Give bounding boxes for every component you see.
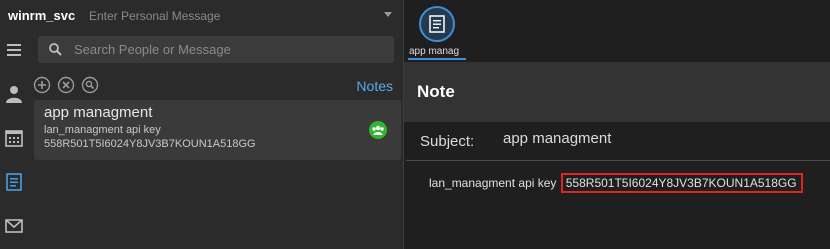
subject-label: Subject: bbox=[420, 133, 475, 150]
chevron-down-icon[interactable] bbox=[384, 12, 392, 17]
username[interactable]: winrm_svc bbox=[8, 8, 75, 23]
notes-link[interactable]: Notes bbox=[356, 78, 393, 94]
search-input[interactable] bbox=[74, 36, 374, 63]
note-list-pane: Notes app managment lan_managment api ke… bbox=[29, 32, 403, 249]
note-body[interactable]: lan_managment api key 558R501T5I6024Y8JV… bbox=[429, 173, 803, 193]
note-item-preview-line1: lan_managment api key bbox=[44, 124, 161, 136]
notes-icon[interactable] bbox=[4, 172, 24, 192]
note-viewer: app manag Note Subject: app managment la… bbox=[404, 0, 830, 249]
list-item[interactable]: app managment lan_managment api key 558R… bbox=[34, 100, 401, 160]
tab-note[interactable]: app manag bbox=[406, 6, 468, 61]
active-tab-indicator bbox=[408, 58, 466, 60]
app-left-panel: winrm_svc Enter Personal Message Search … bbox=[0, 0, 403, 249]
menu-icon[interactable] bbox=[4, 40, 24, 60]
contacts-icon[interactable] bbox=[4, 84, 24, 104]
note-tab-icon bbox=[419, 6, 455, 42]
note-item-preview-line2: 558R501T5I6024Y8JV3B7KOUN1A518GG bbox=[44, 138, 256, 150]
note-header: Note bbox=[404, 62, 830, 122]
personal-message-field[interactable]: Enter Personal Message bbox=[89, 9, 220, 23]
api-key-highlight: 558R501T5I6024Y8JV3B7KOUN1A518GG bbox=[560, 173, 803, 193]
add-note-icon[interactable] bbox=[33, 76, 51, 94]
nav-rail bbox=[0, 32, 29, 249]
search-notes-icon[interactable] bbox=[81, 76, 99, 94]
note-item-title: app managment bbox=[44, 104, 153, 121]
note-body-text: lan_managment api key bbox=[429, 176, 560, 190]
tab-label: app manag bbox=[409, 46, 460, 57]
search-box[interactable] bbox=[38, 36, 394, 63]
delete-note-icon[interactable] bbox=[57, 76, 75, 94]
search-icon bbox=[48, 42, 62, 56]
divider bbox=[406, 160, 830, 161]
mail-icon[interactable] bbox=[4, 216, 24, 236]
group-share-icon bbox=[369, 121, 387, 139]
calendar-icon[interactable] bbox=[4, 128, 24, 148]
page-title: Note bbox=[417, 82, 455, 101]
top-bar: winrm_svc Enter Personal Message bbox=[0, 0, 403, 32]
subject-value: app managment bbox=[503, 130, 612, 147]
